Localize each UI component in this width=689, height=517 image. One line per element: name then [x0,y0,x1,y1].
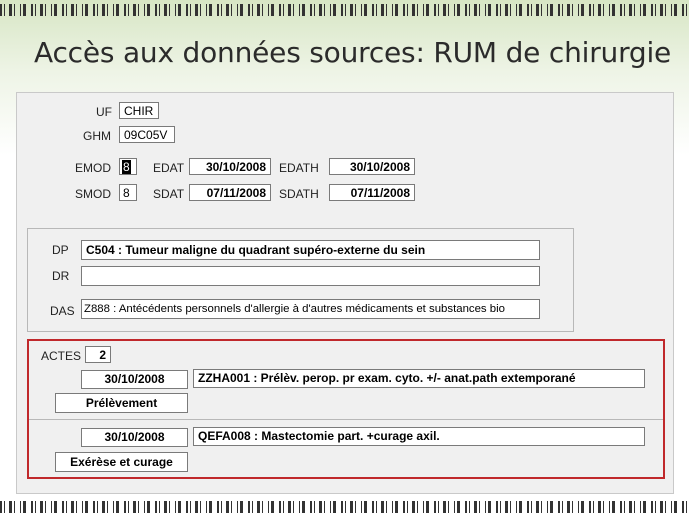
emod-field[interactable]: 8 [119,158,137,175]
bottom-decorative-bar [0,501,689,513]
sdat-label: SDAT [153,187,185,201]
actes-count-field[interactable]: 2 [85,346,111,363]
dr-field[interactable] [81,266,540,286]
emod-label: EMOD [75,161,111,175]
acte-1-type-field[interactable]: Prélèvement [55,393,188,413]
acte-2-type-field[interactable]: Exérèse et curage [55,452,188,472]
slide-title: Accès aux données sources: RUM de chirur… [34,36,672,69]
edath-field[interactable]: 30/10/2008 [329,158,415,175]
dp-label: DP [52,243,69,257]
ghm-field[interactable]: 09C05V [119,126,175,143]
actes-highlight-box: ACTES 2 30/10/2008 ZZHA001 : Prélèv. per… [27,339,665,479]
top-decorative-bar [0,4,689,16]
das-label: DAS [50,304,75,318]
acte-2-date-field[interactable]: 30/10/2008 [81,428,188,447]
sdat-field[interactable]: 07/11/2008 [189,184,271,201]
acte-1-date-field[interactable]: 30/10/2008 [81,370,188,389]
smod-label: SMOD [75,187,111,201]
dp-field[interactable]: C504 : Tumeur maligne du quadrant supéro… [81,240,540,260]
dr-label: DR [52,269,70,283]
rum-form-window: UF CHIR GHM 09C05V EMOD 8 EDAT 30/10/200… [16,92,674,494]
das-field[interactable]: Z888 : Antécédents personnels d'allergie… [81,299,540,319]
uf-label: UF [96,105,112,119]
ghm-label: GHM [83,129,111,143]
actes-label: ACTES [41,349,82,363]
sdath-field[interactable]: 07/11/2008 [329,184,415,201]
edat-field[interactable]: 30/10/2008 [189,158,271,175]
emod-value: 8 [122,160,131,174]
actes-separator [29,419,663,420]
uf-field[interactable]: CHIR [119,102,159,119]
acte-1-code-field[interactable]: ZZHA001 : Prélèv. perop. pr exam. cyto. … [193,369,645,388]
smod-field[interactable]: 8 [119,184,137,201]
edath-label: EDATH [279,161,319,175]
acte-2-code-field[interactable]: QEFA008 : Mastectomie part. +curage axil… [193,427,645,446]
edat-label: EDAT [153,161,185,175]
diagnoses-group: DP C504 : Tumeur maligne du quadrant sup… [27,228,574,332]
sdath-label: SDATH [279,187,319,201]
